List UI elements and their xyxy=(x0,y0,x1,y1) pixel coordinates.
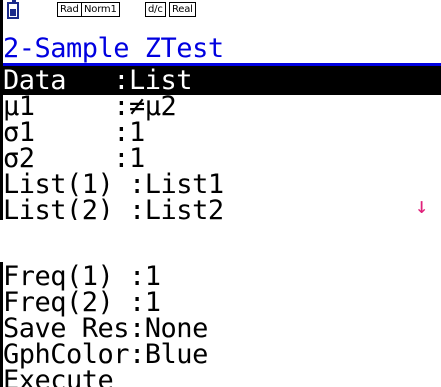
complex-mode-badge: Real xyxy=(169,2,196,17)
scroll-down-icon: ↓ xyxy=(415,194,429,219)
fraction-mode-badge: d/c xyxy=(145,2,166,17)
page-title: 2-Sample ZTest xyxy=(3,33,224,64)
angle-mode-badge: Rad xyxy=(57,2,82,17)
display-mode-badge: Norm1 xyxy=(81,2,120,17)
battery-icon xyxy=(7,0,19,19)
calculator-screen-top: Rad Norm1 d/c Real 2-Sample ZTest Data :… xyxy=(0,0,441,220)
setting-row-list2[interactable]: List(2) :List2 xyxy=(3,196,441,220)
status-bar: Rad Norm1 d/c Real xyxy=(3,0,441,22)
execute-button[interactable]: Execute xyxy=(3,366,441,387)
calculator-screen-bottom: Freq(1) :1 Freq(2) :1 Save Res:None GphC… xyxy=(0,262,441,387)
